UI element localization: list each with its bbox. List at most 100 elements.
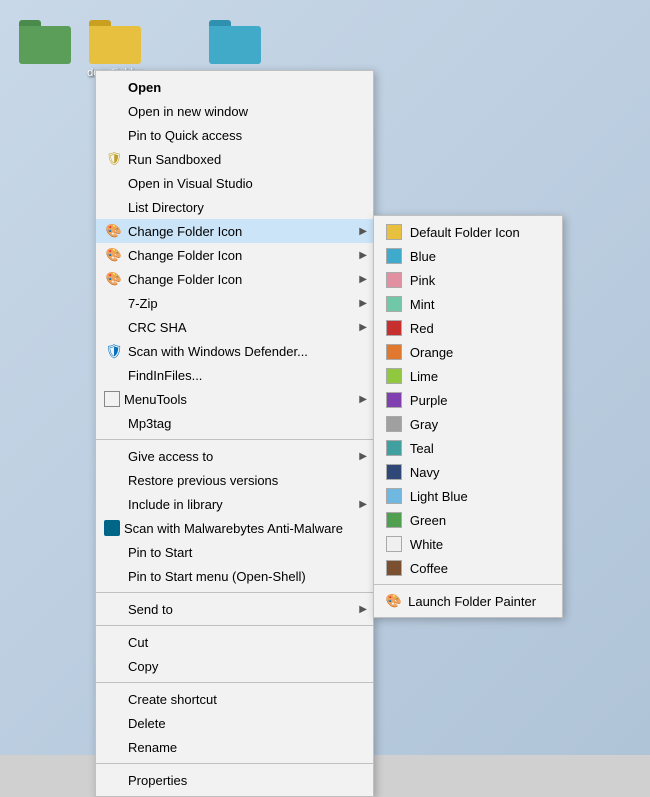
launch-painter-icon: 🎨 bbox=[386, 593, 402, 609]
separator-4 bbox=[96, 682, 373, 683]
submenu-lime-label: Lime bbox=[410, 369, 438, 384]
menu-item-7zip[interactable]: 7-Zip ▶ bbox=[96, 291, 373, 315]
submenu-light-blue[interactable]: Light Blue bbox=[374, 484, 562, 508]
menu-tools-label: MenuTools bbox=[124, 392, 343, 407]
7zip-label: 7-Zip bbox=[128, 296, 343, 311]
submenu-orange-label: Orange bbox=[410, 345, 453, 360]
menu-item-pin-start-menu[interactable]: Pin to Start menu (Open-Shell) bbox=[96, 564, 373, 588]
submenu-green[interactable]: Green bbox=[374, 508, 562, 532]
menu-item-change-folder-icon-3[interactable]: 🎨 Change Folder Icon ▶ bbox=[96, 267, 373, 291]
shield-icon: 🛡 bbox=[104, 151, 124, 167]
submenu-arrow-7zip: ▶ bbox=[359, 298, 367, 309]
menu-item-include-library[interactable]: Include in library ▶ bbox=[96, 492, 373, 516]
menu-item-pin-start[interactable]: Pin to Start bbox=[96, 540, 373, 564]
menu-item-crc-sha[interactable]: CRC SHA ▶ bbox=[96, 315, 373, 339]
folder-shape-teal bbox=[209, 20, 261, 64]
desktop-folder-green[interactable] bbox=[10, 20, 80, 67]
open-icon bbox=[104, 79, 124, 95]
painter-icon-2: 🎨 bbox=[104, 247, 124, 263]
restore-versions-label: Restore previous versions bbox=[128, 473, 343, 488]
create-shortcut-label: Create shortcut bbox=[128, 692, 343, 707]
run-sandboxed-label: Run Sandboxed bbox=[128, 152, 343, 167]
menu-item-find-in-files[interactable]: FindInFiles... bbox=[96, 363, 373, 387]
menu-item-run-sandboxed[interactable]: 🛡 Run Sandboxed bbox=[96, 147, 373, 171]
change-folder-icon-2-label: Change Folder Icon bbox=[128, 248, 343, 263]
menu-item-create-shortcut[interactable]: Create shortcut bbox=[96, 687, 373, 711]
menu-item-restore-versions[interactable]: Restore previous versions bbox=[96, 468, 373, 492]
color-submenu: Default Folder Icon Blue Pink Mint Red bbox=[373, 215, 563, 618]
submenu-blue[interactable]: Blue bbox=[374, 244, 562, 268]
menu-item-send-to[interactable]: Send to ▶ bbox=[96, 597, 373, 621]
submenu-default-label: Default Folder Icon bbox=[410, 225, 520, 240]
crc-sha-label: CRC SHA bbox=[128, 320, 343, 335]
context-menu: Open Open in new window Pin to Quick acc… bbox=[95, 70, 374, 797]
desktop-folder-teal[interactable] bbox=[200, 20, 270, 67]
submenu-green-label: Green bbox=[410, 513, 446, 528]
submenu-pink[interactable]: Pink bbox=[374, 268, 562, 292]
separator-3 bbox=[96, 625, 373, 626]
swatch-pink bbox=[386, 272, 402, 288]
pin-start-menu-label: Pin to Start menu (Open-Shell) bbox=[128, 569, 343, 584]
library-icon bbox=[104, 496, 124, 512]
menu-item-properties[interactable]: Properties bbox=[96, 768, 373, 792]
submenu-white-label: White bbox=[410, 537, 443, 552]
rename-label: Rename bbox=[128, 740, 343, 755]
menu-item-copy[interactable]: Copy bbox=[96, 654, 373, 678]
menu-item-scan-defender[interactable]: 🛡 Scan with Windows Defender... bbox=[96, 339, 373, 363]
menu-item-change-folder-icon-1[interactable]: 🎨 Change Folder Icon ▶ Default Folder Ic… bbox=[96, 219, 373, 243]
change-folder-icon-1-label: Change Folder Icon bbox=[128, 224, 343, 239]
painter-icon-3: 🎨 bbox=[104, 271, 124, 287]
submenu-arrow-give-access: ▶ bbox=[359, 451, 367, 462]
copy-icon bbox=[104, 658, 124, 674]
submenu-coffee-label: Coffee bbox=[410, 561, 448, 576]
open-label: Open bbox=[128, 80, 343, 95]
submenu-default-folder[interactable]: Default Folder Icon bbox=[374, 220, 562, 244]
menu-item-give-access[interactable]: Give access to ▶ bbox=[96, 444, 373, 468]
pin-start-menu-icon bbox=[104, 568, 124, 584]
submenu-arrow-library: ▶ bbox=[359, 499, 367, 510]
menu-item-open-vs[interactable]: Open in Visual Studio bbox=[96, 171, 373, 195]
restore-icon bbox=[104, 472, 124, 488]
submenu-teal[interactable]: Teal bbox=[374, 436, 562, 460]
submenu-gray[interactable]: Gray bbox=[374, 412, 562, 436]
find-icon bbox=[104, 367, 124, 383]
folder-shape-green bbox=[19, 20, 71, 64]
pin-quick-access-label: Pin to Quick access bbox=[128, 128, 343, 143]
submenu-purple-label: Purple bbox=[410, 393, 448, 408]
submenu-navy[interactable]: Navy bbox=[374, 460, 562, 484]
swatch-gray bbox=[386, 416, 402, 432]
submenu-red[interactable]: Red bbox=[374, 316, 562, 340]
menu-item-pin-quick-access[interactable]: Pin to Quick access bbox=[96, 123, 373, 147]
send-to-label: Send to bbox=[128, 602, 343, 617]
submenu-pink-label: Pink bbox=[410, 273, 435, 288]
menu-item-rename[interactable]: Rename bbox=[96, 735, 373, 759]
submenu-launch-painter[interactable]: 🎨 Launch Folder Painter bbox=[374, 589, 562, 613]
swatch-white bbox=[386, 536, 402, 552]
menu-item-cut[interactable]: Cut bbox=[96, 630, 373, 654]
submenu-mint[interactable]: Mint bbox=[374, 292, 562, 316]
swatch-lime bbox=[386, 368, 402, 384]
scan-defender-label: Scan with Windows Defender... bbox=[128, 344, 343, 359]
delete-label: Delete bbox=[128, 716, 343, 731]
menu-item-open[interactable]: Open bbox=[96, 75, 373, 99]
submenu-arrow-send-to: ▶ bbox=[359, 604, 367, 615]
submenu-lime[interactable]: Lime bbox=[374, 364, 562, 388]
menu-item-change-folder-icon-2[interactable]: 🎨 Change Folder Icon ▶ bbox=[96, 243, 373, 267]
menu-item-list-directory[interactable]: List Directory bbox=[96, 195, 373, 219]
list-icon bbox=[104, 199, 124, 215]
menu-item-menu-tools[interactable]: MenuTools ▶ bbox=[96, 387, 373, 411]
cut-icon bbox=[104, 634, 124, 650]
menu-item-open-new-window[interactable]: Open in new window bbox=[96, 99, 373, 123]
menu-item-delete[interactable]: Delete bbox=[96, 711, 373, 735]
submenu-white[interactable]: White bbox=[374, 532, 562, 556]
folder-shape-yellow bbox=[89, 20, 141, 64]
submenu-orange[interactable]: Orange bbox=[374, 340, 562, 364]
submenu-coffee[interactable]: Coffee bbox=[374, 556, 562, 580]
submenu-purple[interactable]: Purple bbox=[374, 388, 562, 412]
submenu-arrow-2: ▶ bbox=[359, 250, 367, 261]
menu-item-scan-malwarebytes[interactable]: Scan with Malwarebytes Anti-Malware bbox=[96, 516, 373, 540]
send-to-icon bbox=[104, 601, 124, 617]
menu-item-mp3tag[interactable]: Mp3tag bbox=[96, 411, 373, 435]
open-vs-label: Open in Visual Studio bbox=[128, 176, 343, 191]
shortcut-icon bbox=[104, 691, 124, 707]
